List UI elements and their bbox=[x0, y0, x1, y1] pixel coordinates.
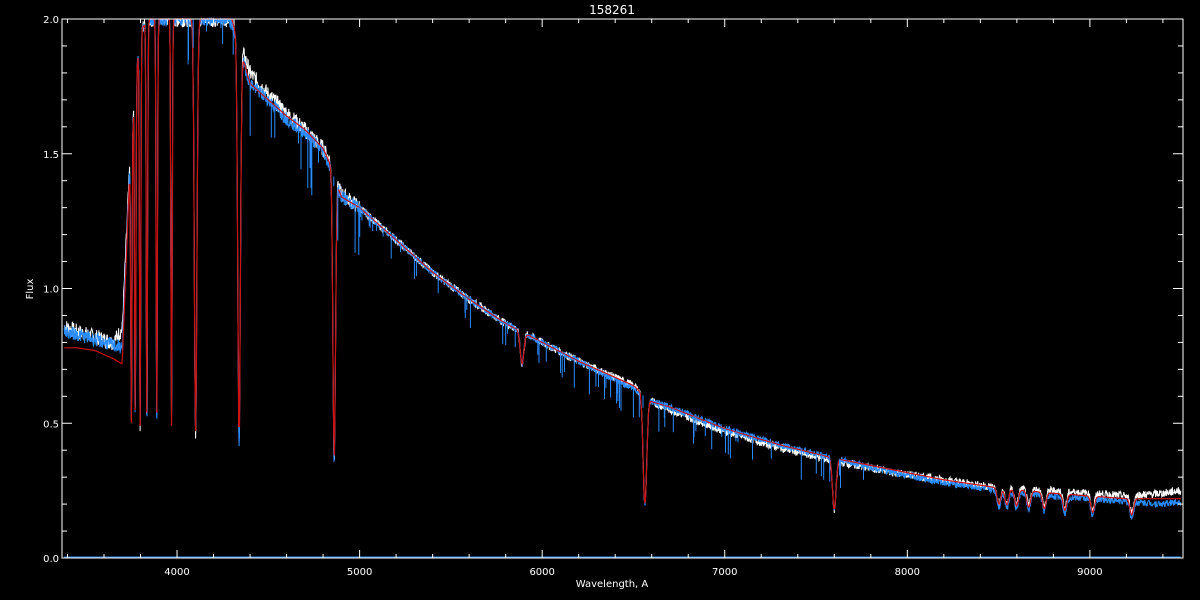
x-tick-label: 4000 bbox=[164, 567, 189, 578]
y-axis-label: Flux bbox=[25, 279, 36, 300]
y-tick-label: 1.5 bbox=[43, 150, 59, 161]
spectrum-plot: 4000 5000 6000 7000 8000 90000.00.51.01.52.0 … bbox=[25, 3, 1184, 590]
x-tick-label: 5000 bbox=[347, 567, 372, 578]
x-tick-label: 8000 bbox=[895, 567, 920, 578]
series-fit bbox=[63, 17, 1182, 520]
x-tick-label: 7000 bbox=[712, 567, 737, 578]
plot-frame bbox=[61, 18, 1184, 559]
y-tick-label: 0.0 bbox=[43, 554, 59, 565]
x-tick-label: 9000 bbox=[1077, 567, 1102, 578]
series-model bbox=[64, 18, 1181, 516]
spectra-layer bbox=[63, 17, 1182, 558]
chart-title: 158261 bbox=[589, 3, 635, 17]
y-tick-label: 0.5 bbox=[43, 419, 59, 430]
x-tick-label: 6000 bbox=[529, 567, 554, 578]
y-tick-label: 2.0 bbox=[43, 15, 59, 26]
series-observed bbox=[63, 17, 1182, 515]
tick-labels: 4000 5000 6000 7000 8000 9000 0.0 0.5 1.0 1.5 2.0 bbox=[43, 15, 1103, 578]
x-axis-label: Wavelength, A bbox=[576, 579, 649, 590]
axis-ticks bbox=[62, 18, 1183, 559]
y-tick-label: 1.0 bbox=[43, 285, 59, 296]
